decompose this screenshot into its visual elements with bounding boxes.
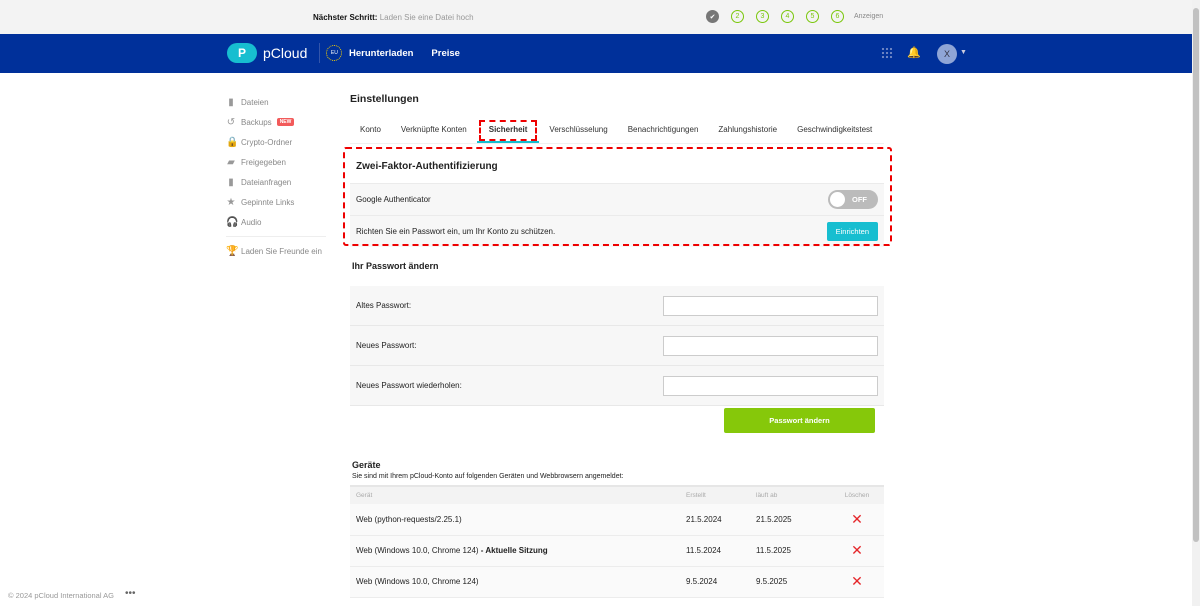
backup-icon: ↺ <box>226 116 236 128</box>
sidebar-item-crypto[interactable]: 🔒 Crypto-Ordner <box>226 132 326 152</box>
tab-security[interactable]: Sicherheit <box>476 118 540 143</box>
nav-pricing[interactable]: Preise <box>431 48 460 59</box>
tab-linked-accounts[interactable]: Verknüpfte Konten <box>391 118 477 143</box>
header: PpCloud EU Herunterladen Preise 🔔 X ▼ <box>0 34 1192 73</box>
star-icon: ★ <box>226 196 236 208</box>
step-5[interactable]: 5 <box>806 10 819 23</box>
devices-table: Gerät Erstellt läuft ab Löschen Web (python… <box>350 485 884 598</box>
tab-speed-test[interactable]: Geschwindigkeitstest <box>787 118 882 143</box>
settings-tabs: Konto Verknüpfte Konten Sicherheit Versc… <box>350 118 884 144</box>
steps: ✔ 2 3 4 5 6 Anzeigen <box>706 10 883 23</box>
change-password-button[interactable]: Passwort ändern <box>724 408 875 433</box>
headphones-icon: 🎧 <box>226 216 239 228</box>
col-device: Gerät <box>350 485 680 504</box>
sidebar-item-pinned-links[interactable]: ★ Gepinnte Links <box>226 192 326 212</box>
delete-x-icon[interactable]: ✕ <box>830 535 884 567</box>
password-title: Ihr Passwort ändern <box>352 261 439 271</box>
col-delete: Löschen <box>830 485 884 504</box>
file-icon: ▮ <box>228 96 234 108</box>
repeat-password-row: Neues Passwort wiederholen: <box>350 366 884 406</box>
tab-encryption[interactable]: Verschlüsselung <box>539 118 617 143</box>
new-password-input[interactable] <box>663 335 878 356</box>
new-password-row: Neues Passwort: <box>350 326 884 366</box>
scrollbar-thumb[interactable] <box>1193 8 1199 542</box>
sidebar-item-backups[interactable]: ↺ Backups NEW <box>226 112 326 132</box>
step-6[interactable]: 6 <box>831 10 844 23</box>
devices-subtitle: Sie sind mit Ihrem pCloud-Konto auf folg… <box>352 473 624 480</box>
old-password-row: Altes Passwort: <box>350 286 884 326</box>
copyright: © 2024 pCloud International AG <box>8 591 115 600</box>
repeat-password-input[interactable] <box>663 375 878 396</box>
step-2[interactable]: 2 <box>731 10 744 23</box>
col-expires: läuft ab <box>750 485 830 504</box>
col-created: Erstellt <box>680 485 750 504</box>
table-row: Web (Windows 10.0, Chrome 124) 9.5.2024 9.… <box>350 566 884 598</box>
devices-title: Geräte <box>352 460 381 470</box>
step-3[interactable]: 3 <box>756 10 769 23</box>
sidebar-item-file-requests[interactable]: ▮ Dateianfragen <box>226 172 326 192</box>
lock-icon: 🔒 <box>226 136 239 148</box>
page-title: Einstellungen <box>350 93 419 105</box>
chevron-down-icon[interactable]: ▼ <box>960 49 967 56</box>
password-section: Ihr Passwort ändern Altes Passwort: Neue… <box>350 261 884 406</box>
sidebar-item-audio[interactable]: 🎧 Audio <box>226 212 326 232</box>
show-link[interactable]: Anzeigen <box>854 13 883 20</box>
divider <box>226 236 326 237</box>
step-done-check-icon[interactable]: ✔ <box>706 10 719 23</box>
devices-section: Geräte Sie sind mit Ihrem pCloud-Konto a… <box>350 460 884 598</box>
sidebar-item-files[interactable]: ▮ Dateien <box>226 92 326 112</box>
more-icon[interactable]: ••• <box>125 588 136 599</box>
shared-folder-icon: ▰ <box>227 156 235 168</box>
tab-notifications[interactable]: Benachrichtigungen <box>618 118 709 143</box>
apps-grid-icon[interactable] <box>881 47 893 59</box>
tab-payment-history[interactable]: Zahlungshistorie <box>708 118 787 143</box>
sidebar-item-shared[interactable]: ▰ Freigegeben <box>226 152 326 172</box>
onboarding-bar: Nächster Schritt: Laden Sie eine Datei h… <box>0 0 1192 34</box>
file-request-icon: ▮ <box>228 176 234 188</box>
current-session-label: - Aktuelle Sitzung <box>478 546 548 555</box>
highlight-box <box>343 147 892 246</box>
nav-download[interactable]: Herunterladen <box>349 48 413 59</box>
avatar[interactable]: X <box>937 44 957 64</box>
pcloud-logo[interactable]: PpCloud EU <box>227 43 343 63</box>
old-password-input[interactable] <box>663 295 878 316</box>
cloud-logo-icon: P <box>227 43 257 63</box>
tab-account[interactable]: Konto <box>350 118 391 143</box>
next-step: Nächster Schritt: Laden Sie eine Datei h… <box>313 13 474 22</box>
new-badge: NEW <box>276 118 295 126</box>
delete-x-icon[interactable]: ✕ <box>830 566 884 598</box>
delete-x-icon[interactable]: ✕ <box>830 504 884 536</box>
bell-icon[interactable]: 🔔 <box>907 46 921 59</box>
sidebar-item-invite[interactable]: 🏆 Laden Sie Freunde ein <box>226 241 326 261</box>
sidebar: ▮ Dateien ↺ Backups NEW 🔒 Crypto-Ordner ▰ Fre… <box>226 92 326 261</box>
eu-icon: EU <box>326 45 343 61</box>
trophy-icon: 🏆 <box>226 245 239 257</box>
next-step-text[interactable]: Laden Sie eine Datei hoch <box>380 13 474 22</box>
step-4[interactable]: 4 <box>781 10 794 23</box>
table-row: Web (Windows 10.0, Chrome 124) - Aktuell… <box>350 535 884 567</box>
divider <box>319 43 321 63</box>
table-row: Web (python-requests/2.25.1) 21.5.2024 21.… <box>350 504 884 536</box>
